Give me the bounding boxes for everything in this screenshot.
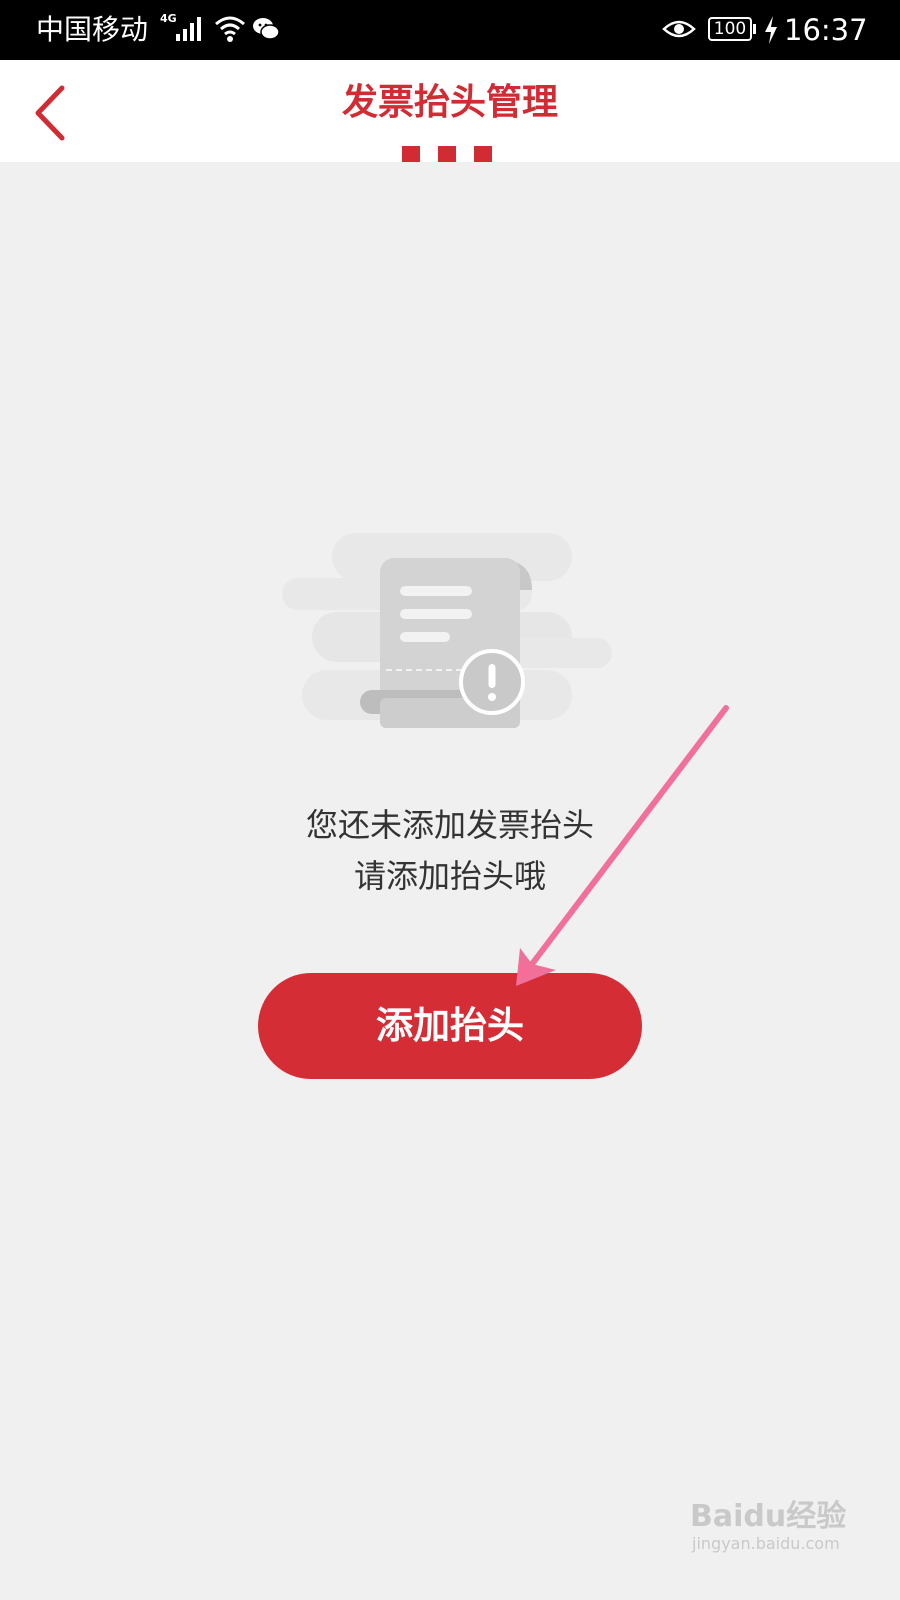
empty-message-line2: 请添加抬头哦 bbox=[353, 857, 546, 895]
eye-icon bbox=[662, 20, 696, 38]
charging-icon bbox=[765, 16, 777, 44]
pointer-arrow-icon bbox=[516, 705, 729, 986]
watermark: Baidu经验 jingyan.baidu.com bbox=[690, 1500, 846, 1554]
status-time: 16:37 bbox=[784, 13, 868, 47]
status-bar: 中国移动 4G 100 16:37 bbox=[0, 0, 900, 60]
wifi-icon bbox=[215, 16, 245, 42]
add-invoice-title-button[interactable]: 添加抬头 bbox=[258, 973, 642, 1079]
wechat-icon bbox=[253, 18, 280, 40]
watermark-url: jingyan.baidu.com bbox=[692, 1534, 840, 1553]
empty-message-line1: 您还未添加发票抬头 bbox=[305, 806, 594, 844]
title-mark bbox=[438, 146, 456, 162]
battery-level: 100 bbox=[713, 19, 747, 39]
invoice-scroll-warning-icon bbox=[282, 533, 612, 728]
title-mark bbox=[402, 146, 420, 162]
watermark-brand: Baidu经验 bbox=[690, 1499, 847, 1534]
page-title: 发票抬头管理 bbox=[341, 82, 558, 123]
signal-icon bbox=[176, 17, 201, 41]
battery-tip bbox=[753, 24, 756, 34]
carrier-name: 中国移动 bbox=[36, 13, 149, 46]
title-mark bbox=[474, 146, 492, 162]
battery-icon: 100 bbox=[708, 17, 752, 41]
